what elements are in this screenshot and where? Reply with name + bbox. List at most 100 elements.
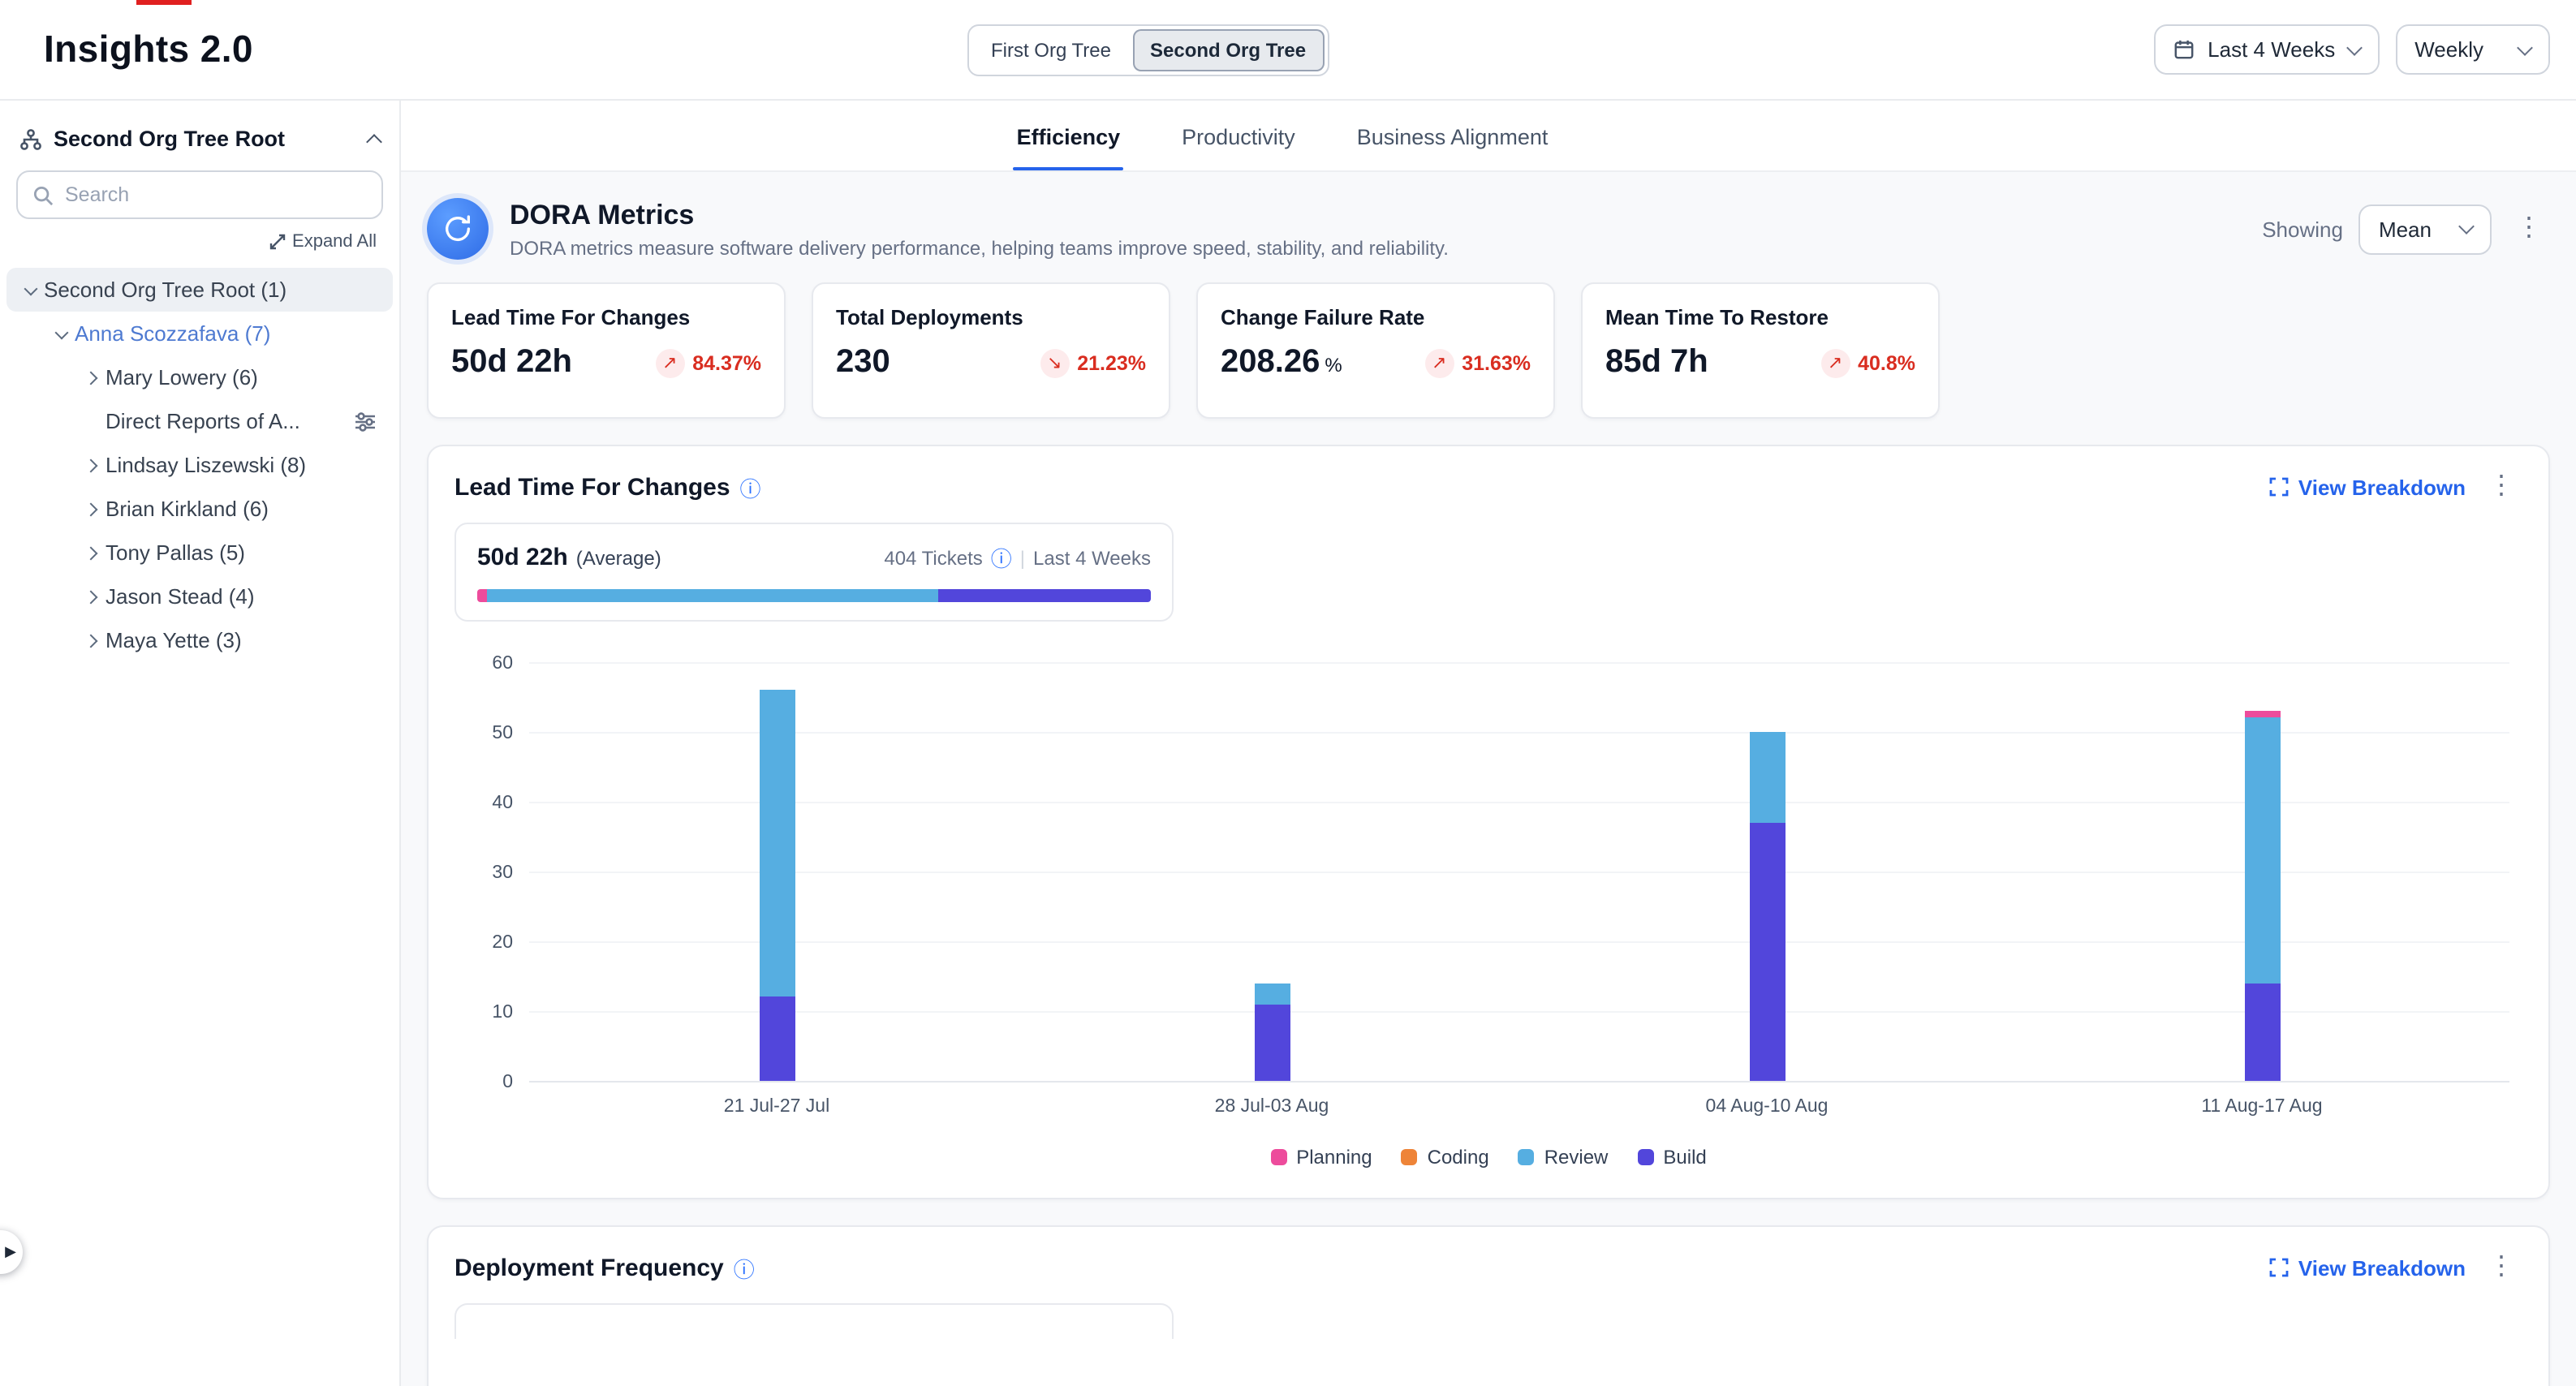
date-range-select[interactable]: Last 4 Weeks — [2154, 24, 2379, 75]
tree-item-second-org-tree-root-1[interactable]: Second Org Tree Root (1) — [6, 268, 393, 312]
bar-segment-build — [1254, 1004, 1290, 1081]
tree-item-jason-stead-4[interactable]: Jason Stead (4) — [6, 575, 393, 618]
info-icon[interactable]: ⓘ — [734, 1252, 755, 1283]
metric-delta: ↗31.63% — [1424, 348, 1531, 377]
legend-label: Coding — [1428, 1146, 1489, 1169]
legend-item-build[interactable]: Build — [1637, 1146, 1706, 1169]
dora-metrics-icon — [427, 198, 489, 260]
legend-item-coding[interactable]: Coding — [1402, 1146, 1489, 1169]
legend-item-review[interactable]: Review — [1518, 1146, 1609, 1169]
main: Efficiency Productivity Business Alignment… — [401, 101, 2576, 1386]
view-breakdown-button[interactable]: View Breakdown — [2269, 1255, 2466, 1280]
chevron-down-icon[interactable] — [47, 321, 75, 346]
org-tree-option-first-org-tree[interactable]: First Org Tree — [973, 28, 1129, 71]
chevron-right-icon[interactable] — [78, 540, 106, 566]
page-title: Insights 2.0 — [44, 28, 253, 71]
metric-card-title: Lead Time For Changes — [451, 305, 761, 329]
tab-efficiency[interactable]: Efficiency — [1014, 125, 1124, 170]
metric-value: 50d 22h — [451, 344, 572, 381]
lead-time-panel-header: Lead Time For Changes ⓘ View Breakdown ⋮ — [454, 471, 2522, 503]
tree-item-maya-yette-3[interactable]: Maya Yette (3) — [6, 618, 393, 662]
kebab-menu-icon[interactable]: ⋮ — [2508, 213, 2550, 245]
bar-segment-build — [759, 997, 795, 1081]
chevron-down-icon — [2458, 218, 2475, 235]
tab-business-alignment[interactable]: Business Alignment — [1354, 125, 1552, 170]
chevron-right-icon[interactable] — [78, 627, 106, 653]
tree-item-label: Tony Pallas (5) — [106, 540, 245, 565]
bar-21-jul-27-jul[interactable] — [759, 690, 795, 1081]
tab-productivity[interactable]: Productivity — [1178, 125, 1299, 170]
header-center: First Org TreeSecond Org Tree — [253, 24, 2154, 75]
y-axis-tick-label: 30 — [492, 863, 513, 883]
lead-time-panel-actions: View Breakdown ⋮ — [2269, 471, 2522, 503]
kebab-menu-icon[interactable]: ⋮ — [2480, 1251, 2522, 1284]
bar-28-jul-03-aug[interactable] — [1254, 984, 1290, 1081]
org-tree-toggle: First Org TreeSecond Org Tree — [968, 24, 1329, 75]
kebab-menu-icon[interactable]: ⋮ — [2480, 471, 2522, 503]
gridline — [529, 802, 2509, 803]
legend-swatch — [1518, 1149, 1535, 1165]
bar-11-aug-17-aug[interactable] — [2244, 711, 2280, 1081]
org-tree-option-second-org-tree[interactable]: Second Org Tree — [1132, 28, 1324, 71]
tickets-count: 404 Tickets — [884, 546, 982, 569]
tree-item-tony-pallas-5[interactable]: Tony Pallas (5) — [6, 531, 393, 575]
tree-item-brian-kirkland-6[interactable]: Brian Kirkland (6) — [6, 487, 393, 531]
metric-cards: Lead Time For Changes 50d 22h↗84.37% Total… — [427, 282, 2550, 445]
legend-label: Planning — [1296, 1146, 1372, 1169]
dora-title: DORA Metrics — [510, 199, 1449, 231]
tree-item-mary-lowery-6[interactable]: Mary Lowery (6) — [6, 355, 393, 399]
metric-delta: ↗40.8% — [1820, 348, 1915, 377]
sidebar-header: Second Org Tree Root — [6, 117, 393, 164]
tree-item-label: Maya Yette (3) — [106, 628, 242, 652]
legend-item-planning[interactable]: Planning — [1270, 1146, 1372, 1169]
metric-delta-value: 21.23% — [1077, 351, 1146, 374]
filter-sliders-icon[interactable] — [354, 411, 377, 431]
deployment-title: Deployment Frequency — [454, 1254, 724, 1281]
chevron-right-icon[interactable] — [78, 452, 106, 478]
chevron-right-icon[interactable] — [78, 583, 106, 609]
info-icon[interactable]: ⓘ — [740, 471, 761, 502]
distribution-segment-planning — [477, 589, 487, 602]
granularity-select[interactable]: Weekly — [2395, 24, 2550, 75]
dora-header: DORA Metrics DORA metrics measure softwa… — [427, 195, 2550, 282]
lead-time-title-row: Lead Time For Changes ⓘ — [454, 471, 761, 502]
showing-value: Mean — [2379, 217, 2432, 241]
expand-all-icon — [269, 234, 286, 250]
tree-item-direct-reports-of-a[interactable]: Direct Reports of A... — [6, 399, 393, 443]
summary-range: Last 4 Weeks — [1033, 546, 1151, 569]
deployment-title-row: Deployment Frequency ⓘ — [454, 1252, 755, 1283]
expand-all-button[interactable]: Expand All — [6, 232, 393, 265]
gridline — [529, 941, 2509, 943]
x-axis-label: 28 Jul-03 Aug — [1024, 1097, 1519, 1117]
dora-titles: DORA Metrics DORA metrics measure softwa… — [510, 199, 1449, 259]
tree-item-label: Mary Lowery (6) — [106, 365, 258, 390]
info-icon[interactable]: ⓘ — [991, 542, 1012, 573]
tree-item-lindsay-liszewski-8[interactable]: Lindsay Liszewski (8) — [6, 443, 393, 487]
chevron-spacer — [78, 408, 106, 434]
deployment-frequency-panel: Deployment Frequency ⓘ View Breakdown ⋮ — [427, 1225, 2550, 1386]
metric-card-value-row: 50d 22h↗84.37% — [451, 344, 761, 381]
lead-time-summary: 50d 22h (Average) 404 Tickets ⓘ | Last 4… — [454, 523, 1174, 622]
metric-card-total-deployments: Total Deployments230↘21.23% — [812, 282, 1170, 419]
expand-all-label: Expand All — [292, 232, 377, 252]
lead-time-title: Lead Time For Changes — [454, 473, 730, 501]
showing-select[interactable]: Mean — [2359, 204, 2492, 254]
deployment-panel-actions: View Breakdown ⋮ — [2269, 1251, 2522, 1284]
tree-item-label: Jason Stead (4) — [106, 584, 255, 609]
search-input[interactable] — [65, 183, 367, 206]
bar-segment-build — [1749, 823, 1785, 1081]
showing-label: Showing — [2262, 217, 2343, 241]
tree-item-anna-scozzafava-7[interactable]: Anna Scozzafava (7) — [6, 312, 393, 355]
bar-04-aug-10-aug[interactable] — [1749, 732, 1785, 1081]
metric-value-suffix: % — [1325, 354, 1342, 377]
summary-note: (Average) — [576, 546, 661, 569]
summary-value: 50d 22h — [477, 544, 568, 571]
chevron-down-icon[interactable] — [16, 277, 44, 303]
chevron-up-icon[interactable] — [366, 134, 382, 150]
x-axis-label: 04 Aug-10 Aug — [1519, 1097, 2014, 1117]
metric-card-mean-time-to-restore: Mean Time To Restore85d 7h↗40.8% — [1581, 282, 1940, 419]
content: DORA Metrics DORA metrics measure softwa… — [401, 172, 2576, 1386]
view-breakdown-button[interactable]: View Breakdown — [2269, 475, 2466, 499]
chevron-right-icon[interactable] — [78, 364, 106, 390]
chevron-right-icon[interactable] — [78, 496, 106, 522]
